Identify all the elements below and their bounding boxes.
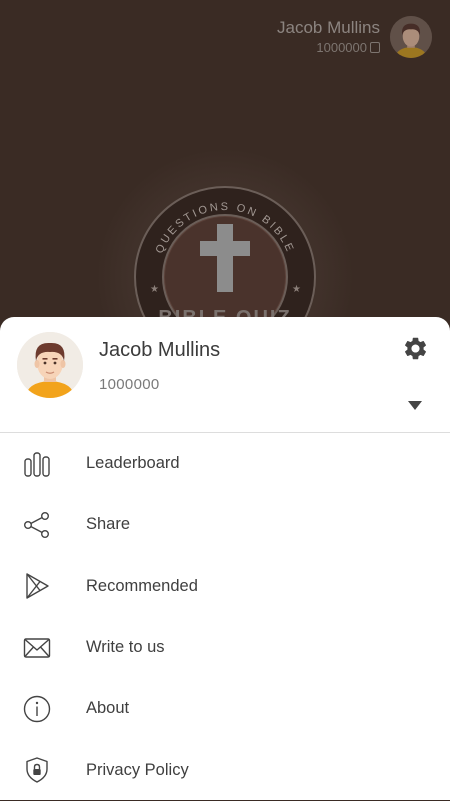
- svg-text:★: ★: [150, 284, 159, 295]
- avatar-image: [17, 332, 83, 398]
- menu-label-recommended: Recommended: [86, 576, 198, 595]
- menu-label-share: Share: [86, 515, 131, 534]
- drawer-profile: Jacob Mullins 1000000: [0, 317, 450, 433]
- dropdown-caret-icon[interactable]: [408, 401, 422, 411]
- menu-label-leaderboard: Leaderboard: [86, 454, 180, 473]
- menu-label-about: About: [86, 699, 130, 718]
- info-icon: [23, 695, 51, 723]
- avatar-image: [390, 16, 432, 58]
- menu-item-privacy-policy[interactable]: Privacy Policy: [0, 739, 450, 800]
- drawer-menu: Leaderboard Share Recommended Write to u…: [0, 433, 450, 801]
- profile-name: Jacob Mullins: [99, 339, 221, 361]
- menu-item-share[interactable]: Share: [0, 494, 450, 555]
- profile-avatar[interactable]: [17, 332, 83, 398]
- menu-item-about[interactable]: About: [0, 678, 450, 739]
- menu-label-write-to-us: Write to us: [86, 638, 165, 657]
- menu-item-write-to-us[interactable]: Write to us: [0, 617, 450, 678]
- header-user[interactable]: Jacob Mullins 1000000: [277, 16, 432, 58]
- header-user-name: Jacob Mullins: [277, 18, 380, 37]
- play-store-icon: [23, 572, 51, 600]
- share-icon: [23, 511, 51, 539]
- navigation-drawer: Jacob Mullins 1000000 Leaderboard Share …: [0, 317, 450, 800]
- menu-item-leaderboard[interactable]: Leaderboard: [0, 433, 450, 494]
- header-avatar[interactable]: [390, 16, 432, 58]
- privacy-shield-icon: [23, 756, 51, 784]
- menu-label-privacy-policy: Privacy Policy: [86, 760, 189, 779]
- profile-score: 1000000: [99, 376, 160, 393]
- leaderboard-icon: [23, 450, 51, 478]
- mail-icon: [23, 634, 51, 662]
- header-coins-value: 1000000: [316, 40, 367, 55]
- menu-item-recommended[interactable]: Recommended: [0, 556, 450, 617]
- svg-text:★: ★: [292, 284, 301, 295]
- coin-icon: [370, 42, 380, 53]
- header-coins: 1000000: [277, 40, 380, 56]
- settings-gear-icon[interactable]: [402, 335, 429, 362]
